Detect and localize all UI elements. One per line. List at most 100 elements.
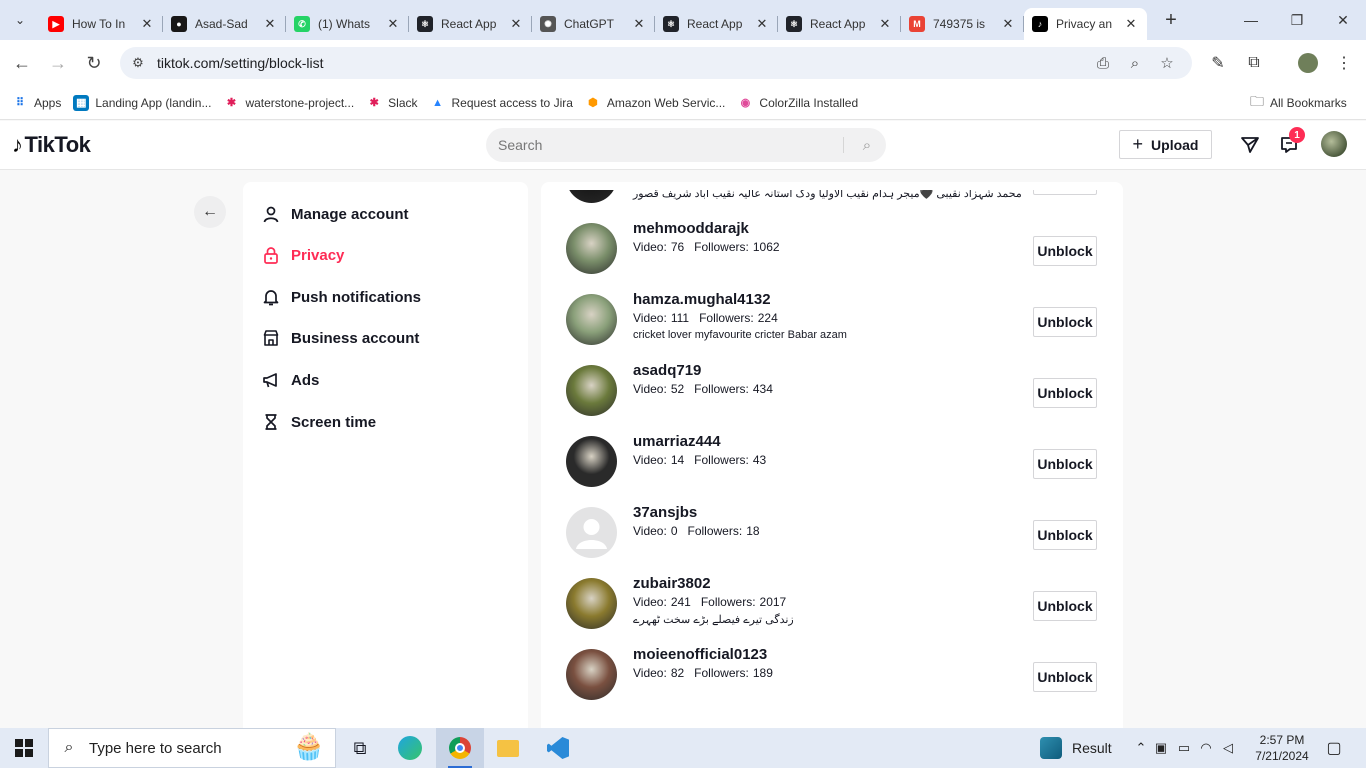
tab-close-icon[interactable]: ✕ bbox=[385, 16, 401, 32]
user-avatar[interactable] bbox=[566, 578, 617, 629]
tiktok-logo[interactable]: ♪ TikTok bbox=[12, 132, 91, 158]
tab-close-icon[interactable]: ✕ bbox=[139, 16, 155, 32]
search-icon[interactable]: ⌕ bbox=[852, 128, 882, 162]
all-bookmarks[interactable]: 🗀 All Bookmarks bbox=[1250, 86, 1347, 120]
task-view-icon[interactable]: ⧉ bbox=[336, 728, 384, 768]
username[interactable]: asadq719 bbox=[633, 362, 701, 379]
messages-send-icon[interactable] bbox=[1236, 131, 1264, 159]
upload-button[interactable]: + Upload bbox=[1119, 130, 1212, 159]
chevron-up-icon[interactable]: ⌃ bbox=[1133, 740, 1149, 756]
tab-close-icon[interactable]: ✕ bbox=[262, 16, 278, 32]
tab-close-icon[interactable]: ✕ bbox=[508, 16, 524, 32]
folder-icon: 🗀 bbox=[1250, 93, 1264, 109]
bookmark-item[interactable]: ▲ Request access to Jira bbox=[430, 95, 573, 111]
unblock-button[interactable]: Unblock bbox=[1033, 378, 1097, 408]
browser-tab[interactable]: ⚛ React App ✕ bbox=[409, 8, 532, 40]
new-tab-button[interactable]: + bbox=[1157, 9, 1185, 32]
windows-start-icon[interactable] bbox=[0, 728, 48, 768]
tab-close-icon[interactable]: ✕ bbox=[877, 16, 893, 32]
tab-search-chevron-icon[interactable]: ⌄ bbox=[8, 8, 32, 32]
omnibox[interactable]: ⚙ tiktok.com/setting/block-list ⎙ ⌕ ☆ bbox=[120, 47, 1192, 79]
blocked-user-row: hamza.mughal4132 Video: 111 Followers: 224 cr… bbox=[541, 291, 1123, 361]
browser-tab[interactable]: ✆ (1) Whats ✕ bbox=[286, 8, 409, 40]
menu-item-screen-time[interactable]: Screen time bbox=[261, 407, 376, 437]
bookmark-item[interactable]: ✱ Slack bbox=[366, 95, 418, 111]
username[interactable]: zubair3802 bbox=[633, 575, 711, 592]
url-text[interactable]: tiktok.com/setting/block-list bbox=[157, 55, 324, 71]
user-avatar[interactable] bbox=[566, 365, 617, 416]
unblock-button[interactable]: Unblock bbox=[1033, 520, 1097, 550]
file-explorer-icon[interactable] bbox=[484, 728, 532, 768]
unblock-button[interactable]: Unblock bbox=[1033, 236, 1097, 266]
tab-close-icon[interactable]: ✕ bbox=[754, 16, 770, 32]
weather-widget[interactable]: Result bbox=[1040, 728, 1112, 768]
browser-tab[interactable]: ♪ Privacy an ✕ bbox=[1024, 8, 1147, 40]
bookmark-item[interactable]: ⬢ Amazon Web Servic... bbox=[585, 95, 725, 111]
tab-close-icon[interactable]: ✕ bbox=[631, 16, 647, 32]
browser-tab[interactable]: ⚛ React App ✕ bbox=[655, 8, 778, 40]
username[interactable]: hamza.mughal4132 bbox=[633, 291, 771, 308]
notifications-icon[interactable]: ▢ bbox=[1322, 728, 1346, 768]
user-avatar[interactable] bbox=[1321, 131, 1347, 157]
bookmark-star-icon[interactable]: ☆ bbox=[1152, 47, 1182, 79]
menu-item-ads[interactable]: Ads bbox=[261, 365, 319, 395]
browser-tab[interactable]: ● Asad-Sad ✕ bbox=[163, 8, 286, 40]
tab-list: ▶ How To In ✕ ● Asad-Sad ✕ ✆ (1) Whats ✕ ⚛ React A… bbox=[40, 0, 1147, 40]
bookmark-item[interactable]: ✱ waterstone-project... bbox=[223, 95, 354, 111]
bookmark-item[interactable]: ⠿ Apps bbox=[12, 95, 61, 111]
meet-now-icon[interactable]: ▣ bbox=[1149, 740, 1173, 756]
menu-item-push-notifications[interactable]: Push notifications bbox=[261, 282, 421, 312]
chrome-icon[interactable] bbox=[436, 728, 484, 768]
bookmark-item[interactable]: ▦ Landing App (landin... bbox=[73, 94, 211, 111]
install-app-icon[interactable]: ⎙ bbox=[1088, 47, 1118, 79]
back-arrow-button[interactable]: ← bbox=[194, 196, 226, 228]
unblock-button[interactable]: Unblock bbox=[1033, 591, 1097, 621]
unblock-button[interactable]: Unblock bbox=[1033, 307, 1097, 337]
back-arrow-icon[interactable]: ← bbox=[4, 45, 40, 81]
blocked-accounts-list[interactable]: Video:634Followers:10700محمد شہزاد نقیبی… bbox=[541, 190, 1123, 712]
bookmark-item[interactable]: ◉ ColorZilla Installed bbox=[737, 95, 859, 111]
menu-item-manage-account[interactable]: Manage account bbox=[261, 199, 409, 229]
user-avatar[interactable] bbox=[566, 190, 617, 203]
search-input[interactable] bbox=[498, 128, 828, 162]
system-tray[interactable]: ⌃ ▣ ▭ ◠ ◁ bbox=[1133, 728, 1239, 768]
unblock-button[interactable]: Unblock bbox=[1033, 190, 1097, 195]
tab-close-icon[interactable]: ✕ bbox=[1000, 16, 1016, 32]
browser-tab[interactable]: ⚛ React App ✕ bbox=[778, 8, 901, 40]
forward-arrow-icon[interactable]: → bbox=[40, 45, 76, 81]
restore-button[interactable]: ❐ bbox=[1274, 0, 1320, 40]
volume-icon[interactable]: ◁ bbox=[1217, 740, 1239, 756]
browser-tab[interactable]: ✺ ChatGPT ✕ bbox=[532, 8, 655, 40]
unblock-button[interactable]: Unblock bbox=[1033, 662, 1097, 692]
edge-icon[interactable] bbox=[386, 728, 434, 768]
wifi-icon[interactable]: ◠ bbox=[1195, 740, 1217, 756]
tab-close-icon[interactable]: ✕ bbox=[1123, 16, 1139, 32]
user-avatar[interactable] bbox=[566, 436, 617, 487]
browser-tab[interactable]: ▶ How To In ✕ bbox=[40, 8, 163, 40]
site-info-icon[interactable]: ⚙ bbox=[122, 55, 154, 71]
zoom-icon[interactable]: ⌕ bbox=[1120, 47, 1150, 79]
user-avatar[interactable] bbox=[566, 294, 617, 345]
username[interactable]: mehmooddarajk bbox=[633, 220, 749, 237]
eyedropper-extension-icon[interactable]: ✎ bbox=[1202, 47, 1234, 79]
profile-avatar[interactable] bbox=[1292, 47, 1324, 79]
menu-item-privacy[interactable]: Privacy bbox=[261, 240, 344, 270]
extensions-puzzle-icon[interactable]: ⧉ bbox=[1238, 47, 1270, 79]
username[interactable]: 37ansjbs bbox=[633, 504, 697, 521]
battery-icon[interactable]: ▭ bbox=[1173, 740, 1195, 756]
clock[interactable]: 2:57 PM 7/21/2024 bbox=[1250, 732, 1314, 764]
user-avatar[interactable] bbox=[566, 223, 617, 274]
username[interactable]: umarriaz444 bbox=[633, 433, 721, 450]
reload-icon[interactable]: ↻ bbox=[76, 45, 112, 81]
browser-tab[interactable]: M 749375 is ✕ bbox=[901, 8, 1024, 40]
minimize-button[interactable]: — bbox=[1228, 0, 1274, 40]
close-window-button[interactable]: ✕ bbox=[1320, 0, 1366, 40]
browser-menu-icon[interactable]: ⋮ bbox=[1328, 47, 1360, 79]
unblock-button[interactable]: Unblock bbox=[1033, 449, 1097, 479]
user-avatar[interactable] bbox=[566, 649, 617, 700]
menu-item-business-account[interactable]: Business account bbox=[261, 323, 419, 353]
taskbar-search[interactable]: ⌕ Type here to search 🧁 bbox=[48, 728, 336, 768]
username[interactable]: moieenofficial0123 bbox=[633, 646, 767, 663]
vscode-icon[interactable] bbox=[534, 728, 582, 768]
user-avatar[interactable] bbox=[566, 507, 617, 558]
